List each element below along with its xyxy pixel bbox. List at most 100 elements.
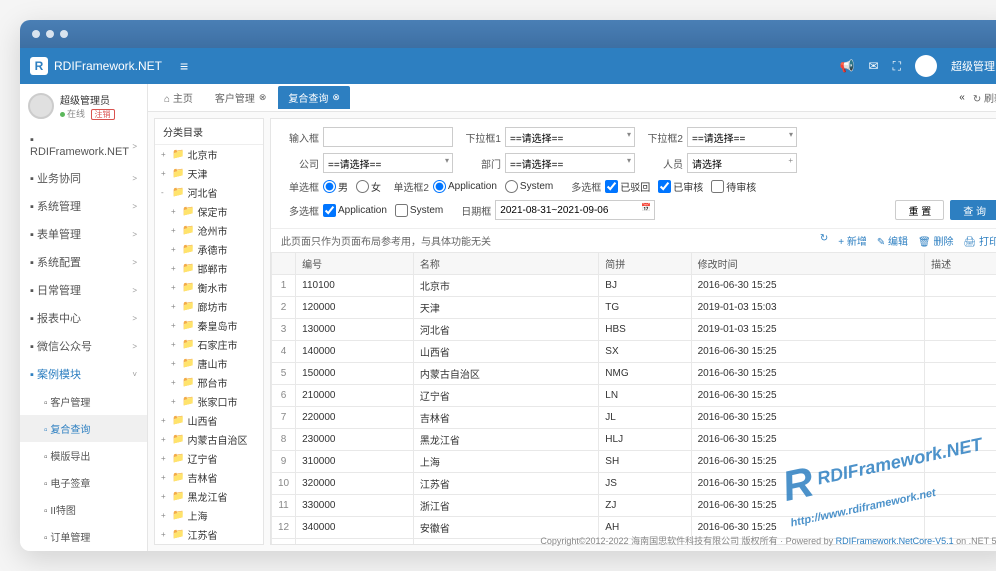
tree-node[interactable]: +📁石家庄市 (155, 335, 263, 354)
user-avatar (28, 93, 54, 119)
avatar[interactable] (915, 55, 937, 77)
logout-button[interactable]: 注销 (91, 109, 115, 120)
tree-node[interactable]: -📁河北省 (155, 183, 263, 202)
tree-node[interactable]: +📁廊坊市 (155, 297, 263, 316)
table-row[interactable]: 10320000江苏省JS2016-06-30 15:25 (272, 473, 996, 495)
tree-node[interactable]: +📁江苏省 (155, 525, 263, 544)
message-icon[interactable]: ✉ (869, 59, 879, 73)
tree-node[interactable]: +📁山西省 (155, 411, 263, 430)
tree-node[interactable]: +📁浙江省 (155, 544, 263, 545)
tab-close-icon[interactable]: ⊗ (259, 92, 267, 103)
column-header[interactable]: 描述 (925, 253, 996, 275)
table-row[interactable]: 11330000浙江省ZJ2016-06-30 15:25 (272, 495, 996, 517)
table-row[interactable]: 2120000天津TG2019-01-03 15:03 (272, 297, 996, 319)
company-select[interactable] (323, 153, 453, 173)
radio2-label: 单选框2 (391, 179, 429, 194)
table-row[interactable]: 1110100北京市BJ2016-06-30 15:25 (272, 275, 996, 297)
print-button[interactable]: 🖨 打印 (964, 233, 996, 248)
menu-toggle-icon[interactable]: ≡ (180, 58, 188, 74)
sidebar-item[interactable]: ▪ RDIFramework.NET˃ (20, 128, 147, 164)
tree-node[interactable]: +📁邢台市 (155, 373, 263, 392)
table-row[interactable]: 9310000上海SH2016-06-30 15:25 (272, 451, 996, 473)
input-label: 输入框 (281, 130, 319, 145)
edit-button[interactable]: ✎ 编辑 (877, 233, 908, 248)
checkbox-option[interactable]: 已审核 (658, 179, 703, 194)
column-header[interactable]: 名称 (413, 253, 598, 275)
table-row[interactable]: 4140000山西省SX2016-06-30 15:25 (272, 341, 996, 363)
table-row[interactable]: 7220000吉林省JL2016-06-30 15:25 (272, 407, 996, 429)
tab[interactable]: 复合查询 ⊗ (278, 86, 350, 109)
table-row[interactable]: 8230000黑龙江省HLJ2016-06-30 15:25 (272, 429, 996, 451)
dept-select[interactable] (505, 153, 635, 173)
checkbox-option[interactable]: System (395, 204, 443, 217)
tree-node[interactable]: +📁黑龙江省 (155, 487, 263, 506)
tree-node[interactable]: +📁北京市 (155, 145, 263, 164)
table-row[interactable]: 5150000内蒙古自治区NMG2016-06-30 15:25 (272, 363, 996, 385)
check2-group: 已驳回已审核待审核 (605, 179, 756, 194)
radio-option[interactable]: Application (433, 180, 497, 193)
sidebar-item[interactable]: ▪ 日常管理˃ (20, 276, 147, 304)
dropdown1[interactable] (505, 127, 635, 147)
text-input[interactable] (323, 127, 453, 147)
column-header[interactable]: 修改时间 (691, 253, 925, 275)
sidebar-item[interactable]: ▪ 微信公众号˃ (20, 332, 147, 360)
sidebar-subitem[interactable]: ▫ 复合查询 (20, 415, 147, 442)
tab-close-icon[interactable]: ⊗ (332, 92, 340, 103)
reset-button[interactable]: 重 置 (895, 200, 944, 220)
checkbox-option[interactable]: 已驳回 (605, 179, 650, 194)
tree-node[interactable]: +📁张家口市 (155, 392, 263, 411)
tree-node[interactable]: +📁唐山市 (155, 354, 263, 373)
dropdown2-label: 下拉框2 (645, 130, 683, 145)
column-header[interactable]: 编号 (296, 253, 414, 275)
person-select[interactable] (687, 153, 797, 173)
tree-node[interactable]: +📁内蒙古自治区 (155, 430, 263, 449)
tree-node[interactable]: +📁秦皇岛市 (155, 316, 263, 335)
tree-node[interactable]: +📁衡水市 (155, 278, 263, 297)
sidebar-item[interactable]: ▪ 系统配置˃ (20, 248, 147, 276)
sidebar-item[interactable]: ▪ 系统管理˃ (20, 192, 147, 220)
sidebar-subitem[interactable]: ▫ 电子签章 (20, 469, 147, 496)
sidebar-item[interactable]: ▪ 报表中心˃ (20, 304, 147, 332)
tree-node[interactable]: +📁承德市 (155, 240, 263, 259)
footer-link[interactable]: RDIFramework.NetCore-V5.1 (836, 536, 954, 546)
tree-node[interactable]: +📁吉林省 (155, 468, 263, 487)
tree-node[interactable]: +📁保定市 (155, 202, 263, 221)
sidebar-subitem[interactable]: ▫ 订单管理 (20, 523, 147, 550)
check2-label: 多选框 (563, 179, 601, 194)
radio-option[interactable]: System (505, 180, 553, 193)
user-name: 超级管理员 (60, 92, 115, 107)
checkbox-option[interactable]: Application (323, 204, 387, 217)
sidebar-item[interactable]: ▪ 业务协同˃ (20, 164, 147, 192)
sidebar-subitem[interactable]: ▫ 客户管理 (20, 388, 147, 415)
tree-node[interactable]: +📁天津 (155, 164, 263, 183)
column-header[interactable]: 简拼 (599, 253, 691, 275)
add-button[interactable]: + 新增 (838, 233, 867, 248)
announce-icon[interactable]: 📢 (840, 59, 855, 73)
tree-node[interactable]: +📁辽宁省 (155, 449, 263, 468)
search-button[interactable]: 查 询 (950, 200, 996, 220)
radio-option[interactable]: 男 (323, 179, 348, 194)
refresh-icon[interactable]: ↻ (820, 233, 828, 248)
topbar-username[interactable]: 超级管理员 (951, 58, 996, 74)
delete-button[interactable]: 🗑 删除 (918, 233, 953, 248)
table-row[interactable]: 6210000辽宁省LN2016-06-30 15:25 (272, 385, 996, 407)
sidebar-subitem[interactable]: ▫ 订单管理风格1 (20, 550, 147, 551)
tree-node[interactable]: +📁邯郸市 (155, 259, 263, 278)
date-range-input[interactable] (495, 200, 655, 220)
dropdown2[interactable] (687, 127, 797, 147)
sidebar-item[interactable]: ▪ 案例模块˅ (20, 360, 147, 388)
tree-node[interactable]: +📁沧州市 (155, 221, 263, 240)
tab[interactable]: 客户管理 ⊗ (205, 86, 277, 109)
refresh-button[interactable]: ↻ 刷新 (967, 90, 996, 105)
tab-nav-prev[interactable]: « (959, 92, 965, 103)
table-row[interactable]: 3130000河北省HBS2019-01-03 15:25 (272, 319, 996, 341)
sidebar-subitem[interactable]: ▫ II特图 (20, 496, 147, 523)
sidebar-subitem[interactable]: ▫ 模版导出 (20, 442, 147, 469)
checkbox-option[interactable]: 待审核 (711, 179, 756, 194)
sidebar-item[interactable]: ▪ 表单管理˃ (20, 220, 147, 248)
fullscreen-icon[interactable]: ⛶ (893, 59, 901, 74)
radio-option[interactable]: 女 (356, 179, 381, 194)
tab[interactable]: ⌂ 主页 (154, 86, 203, 109)
check1-group: Application System (323, 204, 443, 217)
tree-node[interactable]: +📁上海 (155, 506, 263, 525)
